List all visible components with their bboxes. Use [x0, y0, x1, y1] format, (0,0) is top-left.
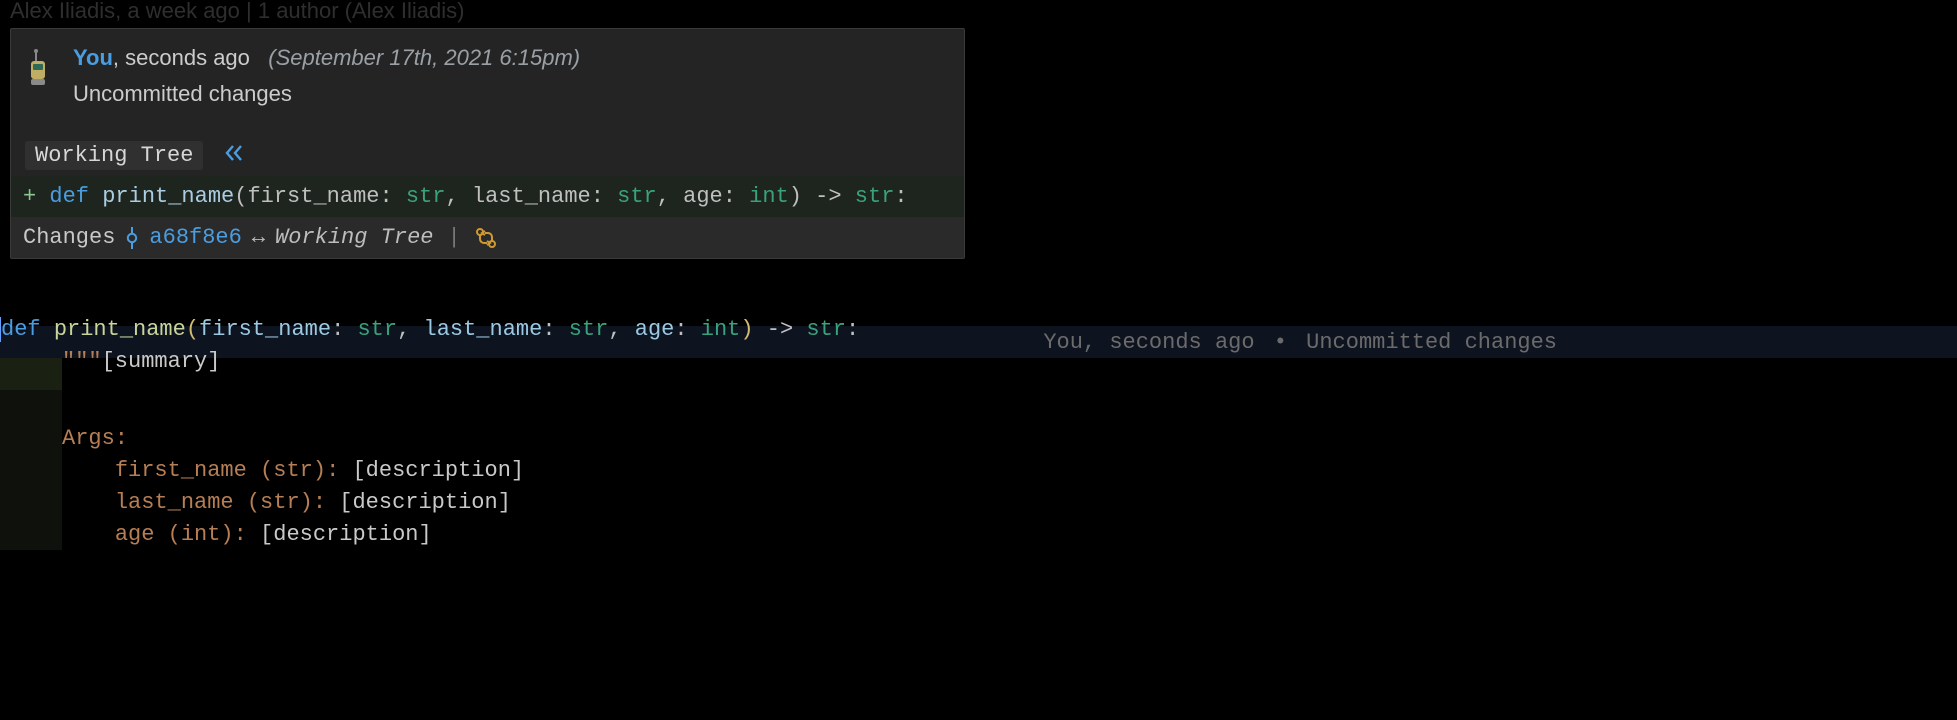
separator-pipe: | — [443, 225, 464, 250]
type3: int — [749, 184, 789, 209]
d-t1: (str) — [260, 458, 326, 483]
working-tree-italic: Working Tree — [275, 225, 433, 250]
sep3a: : — [723, 184, 749, 209]
e-p1: first_name — [199, 317, 331, 342]
author-time-rel: , seconds ago — [113, 45, 250, 70]
popup-changes-row: Changes a68f8e6 ↔ Working Tree | — [11, 217, 964, 258]
lparen: ( — [234, 184, 247, 209]
d-p3: age — [115, 522, 168, 547]
param3: age — [683, 184, 723, 209]
d-t3: (int) — [168, 522, 234, 547]
d-t2: (str) — [247, 490, 313, 515]
git-blame-hover-popup: You, seconds ago (September 17th, 2021 6… — [10, 28, 965, 259]
popup-author-line: You, seconds ago (September 17th, 2021 6… — [73, 45, 580, 70]
kw-def: def — [49, 184, 102, 209]
gutter-marker — [0, 518, 62, 550]
comma1: , — [446, 184, 472, 209]
popup-header: You, seconds ago (September 17th, 2021 6… — [11, 29, 964, 135]
param1: first_name — [247, 184, 379, 209]
working-tree-row: Working Tree — [11, 135, 964, 176]
type1: str — [406, 184, 446, 209]
gutter-marker — [0, 358, 62, 390]
gutter-marker — [0, 454, 62, 486]
author-timestamp: (September 17th, 2021 6:15pm) — [268, 45, 580, 70]
d-c2: : — [313, 490, 339, 515]
popup-commit-message: Uncommitted changes — [73, 71, 580, 125]
func-name: print_name — [102, 184, 234, 209]
diff-plus: + — [23, 184, 49, 209]
arrow-leftright-icon: ↔ — [252, 225, 265, 250]
working-tree-tag[interactable]: Working Tree — [25, 141, 203, 170]
param2: last_name — [472, 184, 591, 209]
d-desc3: [description] — [260, 522, 432, 547]
code-line-def[interactable]: def print_name(first_name: str, last_nam… — [0, 326, 1957, 358]
type2: str — [617, 184, 657, 209]
rparen: ) — [789, 184, 802, 209]
code-line-arg3[interactable]: age (int): [description] — [0, 518, 1957, 550]
e-t2: str — [569, 317, 609, 342]
code-line-blank[interactable] — [0, 390, 1957, 422]
gutter-marker — [0, 422, 62, 454]
inline-blame-msg: Uncommitted changes — [1306, 330, 1557, 355]
e-t1: str — [357, 317, 397, 342]
e-t3: int — [701, 317, 741, 342]
args-label: Args: — [62, 426, 128, 451]
summary-ph: [summary] — [102, 349, 221, 374]
triple-quote: """ — [62, 349, 102, 374]
e-p2: last_name — [424, 317, 543, 342]
commit-hash[interactable]: a68f8e6 — [149, 225, 241, 250]
d-desc2: [description] — [339, 490, 511, 515]
changes-label: Changes — [23, 225, 115, 250]
inline-blame-dot: • — [1268, 330, 1293, 355]
code-line-args[interactable]: Args: — [0, 422, 1957, 454]
commit-icon — [125, 227, 139, 249]
code-editor[interactable]: def print_name(first_name: str, last_nam… — [0, 326, 1957, 550]
d-p1: first_name — [115, 458, 260, 483]
inline-blame: You, seconds ago • Uncommitted changes — [1043, 330, 1957, 355]
diff-added-line: + def print_name(first_name: str, last_n… — [11, 176, 964, 217]
author-you: You — [73, 45, 113, 70]
compare-changes-icon[interactable] — [475, 227, 497, 249]
endcolon: : — [894, 184, 907, 209]
e-p3: age — [635, 317, 675, 342]
e-ret: str — [806, 317, 846, 342]
author-avatar-icon — [23, 47, 53, 91]
sep1a: : — [379, 184, 405, 209]
collapse-left-icon[interactable] — [213, 144, 255, 168]
kw-def-e: def — [1, 317, 54, 342]
d-c1: : — [326, 458, 352, 483]
rettype: str — [855, 184, 895, 209]
code-line-arg2[interactable]: last_name (str): [description] — [0, 486, 1957, 518]
gutter-marker — [0, 486, 62, 518]
comma2: , — [657, 184, 683, 209]
sep2a: : — [591, 184, 617, 209]
d-c3: : — [234, 522, 260, 547]
d-desc1: [description] — [352, 458, 524, 483]
arrow: -> — [802, 184, 855, 209]
d-p2: last_name — [115, 490, 247, 515]
code-line-arg1[interactable]: first_name (str): [description] — [0, 454, 1957, 486]
blame-line-behind: Alex Iliadis, a week ago | 1 author (Ale… — [10, 0, 465, 24]
fn-name-e: print_name — [54, 317, 186, 342]
inline-blame-author: You, seconds ago — [1043, 330, 1254, 355]
gutter-marker — [0, 390, 62, 422]
